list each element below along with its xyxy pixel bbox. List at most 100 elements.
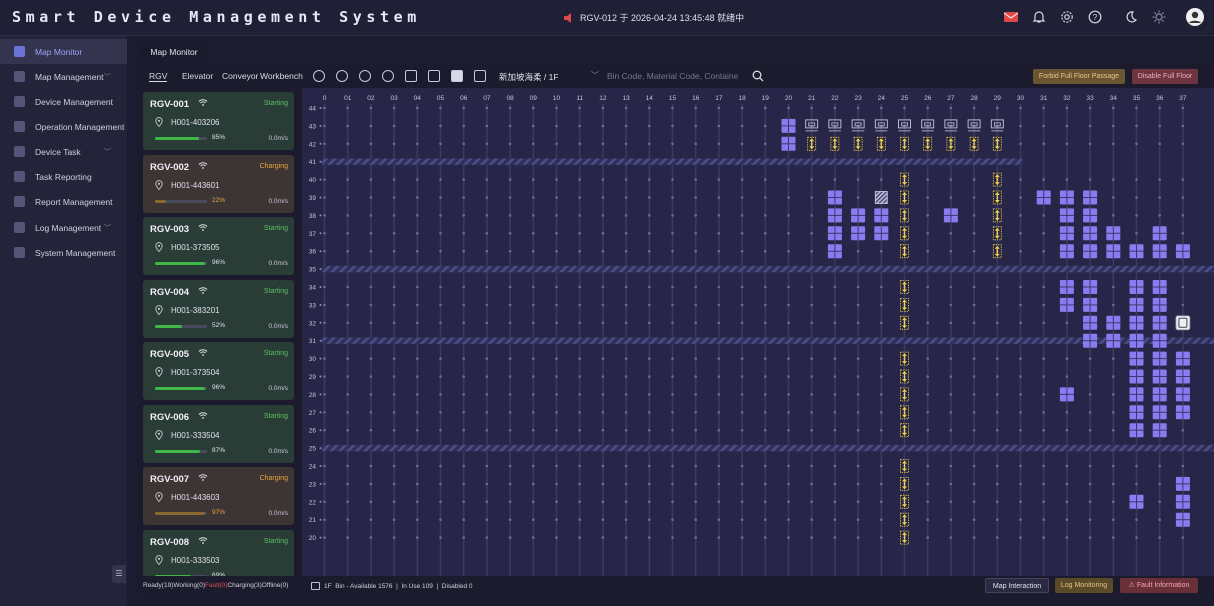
bin-cell[interactable] [1083,333,1098,348]
refresh-icon[interactable] [313,70,325,82]
bin-cell[interactable] [1059,190,1074,205]
alert-banner[interactable]: RGV-012 于 2026-04-24 13:45:48 就绪中 [563,11,744,24]
device-card[interactable]: RGV-005 Starting H001-373504 96% 0.0m/s [143,342,294,400]
device-card[interactable]: RGV-003 Starting H001-373505 96% 0.0m/s [143,217,294,275]
sidebar-item-log-management[interactable]: Log Management ﹀ [0,215,127,240]
sidebar-item-system-management[interactable]: System Management [0,240,127,265]
fault-information-button[interactable]: ⚠ Fault Information [1120,578,1198,593]
lift-arrow-icon[interactable] [830,136,840,151]
lift-arrow-icon[interactable] [992,244,1002,259]
bin-cell[interactable] [781,118,796,133]
bin-cell[interactable] [874,208,889,223]
bin-cell[interactable] [1083,280,1098,294]
lift-arrow-icon[interactable] [992,136,1002,151]
bin-cell[interactable] [1175,244,1190,259]
lift-arrow-icon[interactable] [807,136,817,151]
bin-cell[interactable] [1175,494,1190,509]
lift-arrow-icon[interactable] [992,208,1002,223]
lift-arrow-icon[interactable] [900,172,909,187]
avatar[interactable] [1186,8,1204,26]
mail-icon[interactable] [1002,8,1020,26]
barcode-icon[interactable] [405,70,417,82]
map-icon[interactable] [474,70,486,82]
bin-cell[interactable] [1152,244,1167,259]
bin-cell[interactable] [1059,280,1074,294]
sidebar-item-device-management[interactable]: Device Management [0,89,127,114]
map-interaction-button[interactable]: Map Interaction [985,578,1049,593]
forbid-floor-passage-button[interactable]: Forbid Full Floor Passage [1033,69,1125,84]
lift-arrow-icon[interactable] [900,530,909,545]
gear-icon[interactable] [1058,8,1076,26]
bin-cell[interactable] [943,208,958,223]
zoom-out-icon[interactable] [382,70,394,82]
lift-arrow-icon[interactable] [900,494,909,509]
bin-cell[interactable] [1083,244,1098,259]
fullscreen-icon[interactable] [451,70,463,82]
device-card[interactable]: RGV-008 Starting H001-333503 69% [143,529,294,576]
sidebar-item-operation-management[interactable]: Operation Management [0,114,127,139]
bin-cell[interactable] [1129,315,1144,330]
search-icon[interactable] [752,70,764,82]
bin-cell[interactable] [1129,297,1144,312]
bin-cell[interactable] [1059,297,1074,312]
bin-cell[interactable] [1059,208,1074,223]
bin-cell[interactable] [1129,351,1144,366]
lift-arrow-icon[interactable] [900,476,909,491]
zoom-in-icon[interactable] [359,70,371,82]
sidebar-item-map-monitor[interactable]: Map Monitor [0,39,127,64]
lift-arrow-icon[interactable] [992,172,1002,187]
bin-cell[interactable] [1152,226,1167,241]
lift-arrow-icon[interactable] [900,190,909,205]
lift-arrow-icon[interactable] [923,136,933,151]
bin-cell[interactable] [1129,280,1144,294]
sidebar-item-map-management[interactable]: Map Management ﹀ [0,64,127,89]
bin-cell[interactable] [1152,351,1167,366]
bin-cell[interactable] [1152,280,1167,294]
bin-cell[interactable] [1175,369,1190,384]
lift-arrow-icon[interactable] [992,190,1002,205]
locate-icon[interactable] [336,70,348,82]
sidebar-item-task-reporting[interactable]: Task Reporting [0,164,127,189]
bin-cell[interactable] [851,208,866,223]
warehouse-map[interactable]: 0 01 02 03 04 05 06 07 08 09 10 11 12 13 14 15 16 17 18 19 2… [302,88,1214,576]
bin-cell[interactable] [1129,423,1144,438]
lift-arrow-icon[interactable] [900,297,909,312]
device-card[interactable]: RGV-004 Starting H001-383201 52% 0.0m/s [143,279,294,338]
bin-cell[interactable] [1106,315,1121,330]
bin-cell[interactable] [1083,190,1098,205]
bin-cell[interactable] [1129,369,1144,384]
tab-conveyor[interactable]: Conveyor [222,71,258,81]
grid-icon[interactable] [428,70,440,82]
lift-arrow-icon[interactable] [969,136,979,151]
sidebar-item-report-management[interactable]: Report Management [0,189,127,214]
lift-arrow-icon[interactable] [900,244,909,259]
floor-select[interactable]: 新加坡海柔 / 1F [499,71,559,83]
bin-cell[interactable] [1129,333,1144,348]
bin-cell[interactable] [1129,494,1144,509]
lift-arrow-icon[interactable] [876,136,886,151]
bin-cell[interactable] [874,226,889,241]
bin-cell[interactable] [1129,387,1144,402]
bin-cell[interactable] [1106,226,1121,241]
lift-arrow-icon[interactable] [853,136,863,151]
bin-cell[interactable] [1175,351,1190,366]
lift-arrow-icon[interactable] [900,423,909,438]
bin-cell[interactable] [1152,405,1167,420]
search-input[interactable] [607,68,772,84]
lift-arrow-icon[interactable] [992,226,1002,241]
lift-arrow-icon[interactable] [900,136,909,151]
bin-cell[interactable] [1059,226,1074,241]
bin-cell[interactable] [1083,208,1098,223]
map-grid-svg[interactable]: 0 01 02 03 04 05 06 07 08 09 10 11 12 13 14 15 16 17 18 19 2… [302,88,1214,576]
bin-cell[interactable] [1106,333,1121,348]
bin-cell[interactable] [1152,315,1167,330]
bin-cell[interactable] [1083,226,1098,241]
lift-arrow-icon[interactable] [900,387,909,402]
device-card[interactable]: RGV-007 Charging H001-443603 97% 0.0m/s [143,467,294,525]
moon-icon[interactable] [1122,8,1140,26]
device-card[interactable]: RGV-002 Charging H001-443601 22% 0.0m/s [143,154,294,213]
sidebar-item-device-task[interactable]: Device Task ﹀ [0,139,127,164]
lift-arrow-icon[interactable] [900,208,909,223]
bin-cell[interactable] [1175,405,1190,420]
collapse-sidebar-button[interactable]: ☰ [112,565,126,583]
